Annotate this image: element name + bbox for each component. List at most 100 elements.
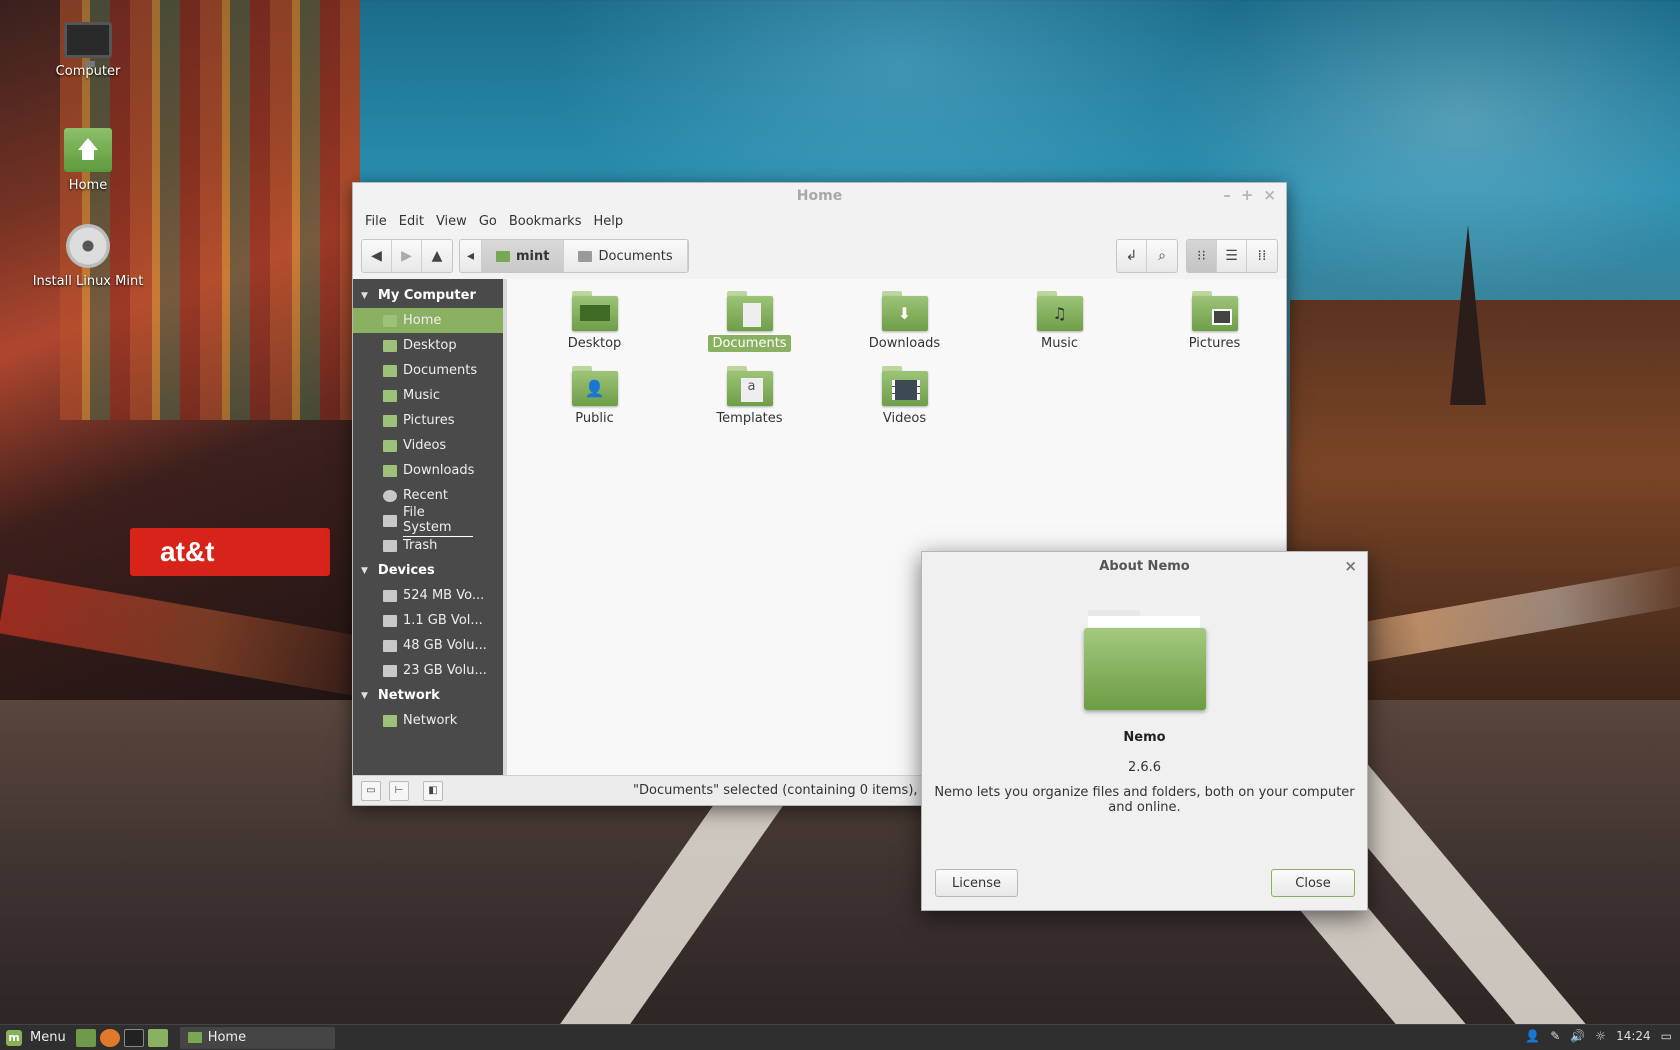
sidebar-item-documents[interactable]: Documents — [353, 358, 503, 383]
file-item-documents[interactable]: Documents — [672, 291, 827, 352]
wallpaper-sign-text: at&t — [160, 536, 215, 567]
sidebar-item-device[interactable]: 524 MB Vo... — [353, 583, 503, 608]
music-folder-icon: ♫ — [1036, 291, 1083, 331]
dialog-titlebar[interactable]: About Nemo × — [922, 552, 1367, 580]
toggle-location-button[interactable]: ↲ — [1117, 240, 1147, 272]
sidebar-item-trash[interactable]: Trash — [353, 533, 503, 558]
sidebar-item-label: Network — [403, 713, 458, 728]
location-icon: ↲ — [1125, 248, 1138, 264]
show-places-button[interactable]: ▭ — [361, 780, 381, 801]
arrow-up-icon: ▲ — [431, 248, 443, 264]
menu-edit[interactable]: Edit — [393, 214, 430, 229]
sidebar-item-downloads[interactable]: Downloads — [353, 458, 503, 483]
breadcrumb-item-documents[interactable]: Documents — [564, 240, 688, 272]
dialog-close-button[interactable]: Close — [1271, 869, 1355, 897]
license-button[interactable]: License — [935, 869, 1018, 897]
sidebar-item-file-system[interactable]: File System — [353, 505, 503, 537]
downloads-folder-icon: ⬇ — [881, 291, 928, 331]
breadcrumb-item-mint[interactable]: mint — [482, 240, 565, 272]
close-icon[interactable]: × — [1344, 557, 1357, 575]
window-title: Home — [796, 188, 843, 204]
sidebar-item-device[interactable]: 23 GB Volu... — [353, 658, 503, 683]
file-item-desktop[interactable]: Desktop — [517, 291, 672, 352]
dialog-title: About Nemo — [1099, 558, 1190, 574]
documents-folder-icon — [726, 291, 773, 331]
compact-view-button[interactable]: ⁞⁞ — [1247, 240, 1277, 272]
sidebar-section-devices[interactable]: ▼ Devices — [353, 558, 503, 583]
chevron-left-icon: ◂ — [466, 248, 475, 264]
sidebar-item-device[interactable]: 48 GB Volu... — [353, 633, 503, 658]
sidebar-item-network[interactable]: Network — [353, 708, 503, 733]
minimize-button[interactable]: – — [1223, 186, 1231, 204]
file-item-music[interactable]: ♫ Music — [982, 291, 1137, 352]
file-item-label: Documents — [708, 335, 791, 352]
files-icon[interactable] — [147, 1028, 168, 1047]
show-desktop-tray-icon[interactable]: ▭ — [1661, 1029, 1672, 1043]
sidebar-item-music[interactable]: Music — [353, 383, 503, 408]
list-icon: ☰ — [1225, 248, 1238, 264]
brightness-icon[interactable]: ☼ — [1595, 1029, 1606, 1043]
desktop-icon-install[interactable]: Install Linux Mint — [28, 224, 148, 289]
sidebar-item-videos[interactable]: Videos — [353, 433, 503, 458]
file-item-label: Videos — [882, 411, 927, 426]
menu-go[interactable]: Go — [473, 214, 503, 229]
file-item-templates[interactable]: a Templates — [672, 366, 827, 427]
sidebar-item-desktop[interactable]: Desktop — [353, 333, 503, 358]
sidebar-section-title: Network — [377, 688, 440, 703]
menu-bookmarks[interactable]: Bookmarks — [503, 214, 588, 229]
desktop-icon-home[interactable]: Home — [28, 128, 148, 193]
file-item-public[interactable]: 👤 Public — [517, 366, 672, 427]
terminal-icon[interactable] — [123, 1028, 144, 1047]
back-button[interactable]: ◀ — [362, 240, 392, 272]
sidebar-section-network[interactable]: ▼ Network — [353, 683, 503, 708]
breadcrumb-back-button[interactable]: ◂ — [460, 240, 482, 272]
firefox-icon[interactable] — [99, 1028, 120, 1047]
home-folder-icon — [383, 314, 397, 327]
maximize-button[interactable]: + — [1241, 186, 1254, 204]
breadcrumb-label: mint — [516, 248, 550, 264]
network-icon[interactable]: ✎ — [1550, 1029, 1560, 1043]
grid-icon: ⁝⁝ — [1197, 248, 1206, 264]
sidebar-item-label: Downloads — [403, 463, 475, 478]
forward-button[interactable]: ▶ — [392, 240, 422, 272]
desktop-icon-computer[interactable]: Computer — [28, 22, 148, 79]
sidebar-item-label: Documents — [403, 363, 478, 378]
desktop-folder-icon — [383, 339, 397, 352]
recent-icon — [383, 489, 397, 502]
sidebar-item-pictures[interactable]: Pictures — [353, 408, 503, 433]
drive-icon — [383, 664, 397, 677]
sidebar-item-device[interactable]: 1.1 GB Vol... — [353, 608, 503, 633]
menu-file[interactable]: File — [359, 214, 393, 229]
user-icon[interactable]: 👤 — [1525, 1029, 1540, 1043]
show-treeview-button[interactable]: ⊢ — [389, 780, 409, 801]
list-view-button[interactable]: ☰ — [1217, 240, 1247, 272]
task-home[interactable]: Home — [179, 1026, 335, 1049]
filesystem-icon — [383, 514, 397, 527]
menu-view[interactable]: View — [430, 214, 473, 229]
file-item-label: Pictures — [1188, 336, 1241, 351]
pictures-folder-icon — [1191, 291, 1238, 331]
pictures-folder-icon — [383, 414, 397, 427]
clock[interactable]: 14:24 — [1616, 1029, 1651, 1043]
sidebar-icon: ◧ — [428, 785, 438, 796]
file-item-downloads[interactable]: ⬇ Downloads — [827, 291, 982, 352]
up-button[interactable]: ▲ — [422, 240, 452, 272]
show-desktop-icon[interactable] — [75, 1028, 96, 1047]
menu-help[interactable]: Help — [587, 214, 629, 229]
about-dialog: About Nemo × Nemo 2.6.6 Nemo lets you or… — [921, 551, 1368, 911]
sidebar-section-my-computer[interactable]: ▼ My Computer — [353, 283, 503, 308]
menu-button[interactable]: m Menu — [0, 1025, 76, 1050]
sidebar-item-label: Desktop — [403, 338, 457, 353]
close-button[interactable]: × — [1263, 186, 1276, 204]
file-item-videos[interactable]: Videos — [827, 366, 982, 427]
folder-icon: ▭ — [366, 785, 376, 796]
volume-icon[interactable]: 🔊 — [1570, 1029, 1585, 1043]
icon-view-button[interactable]: ⁝⁝ — [1187, 240, 1217, 272]
sidebar-item-home[interactable]: Home — [353, 308, 503, 333]
toggle-sidebar-button[interactable]: ◧ — [423, 780, 443, 801]
mint-logo-icon: m — [6, 1029, 22, 1046]
file-item-pictures[interactable]: Pictures — [1137, 291, 1292, 352]
window-titlebar[interactable]: Home – + × — [353, 183, 1286, 209]
search-button[interactable]: ⌕ — [1147, 240, 1177, 272]
sidebar-item-label: File System — [403, 505, 473, 537]
